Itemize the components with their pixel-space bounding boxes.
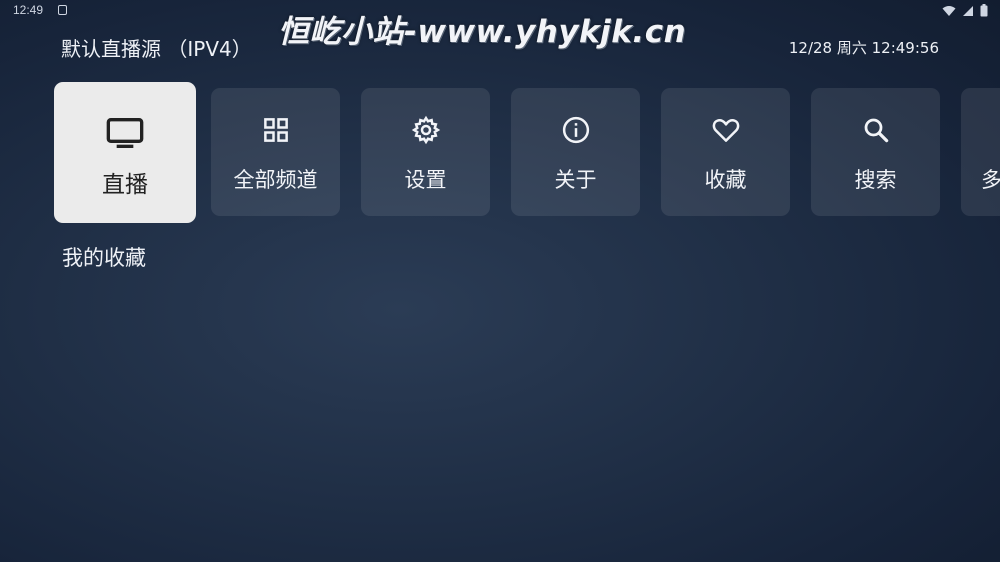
menu-item-settings[interactable]: 设置 <box>361 88 490 216</box>
menu-item-label: 搜索 <box>854 168 897 192</box>
datetime-display: 12/28 周六 12:49:56 <box>788 39 939 57</box>
source-title: 默认直播源 （IPV4） <box>61 37 252 61</box>
menu-item-label: 收藏 <box>704 168 747 192</box>
info-icon <box>562 116 589 144</box>
menu-item-label: 关于 <box>554 168 597 192</box>
gear-icon <box>411 115 440 145</box>
menu-item-label: 直播 <box>102 172 148 198</box>
menu-item-label: 全部频道 <box>233 168 318 192</box>
battery-icon <box>980 4 988 17</box>
grid-icon <box>263 118 288 142</box>
search-icon <box>864 118 888 143</box>
tv-icon <box>106 118 144 148</box>
menu-item-about[interactable]: 关于 <box>511 88 640 216</box>
menu-item-search[interactable]: 搜索 <box>811 88 940 216</box>
menu-item-more[interactable]: 多 <box>961 88 1000 216</box>
heart-icon <box>712 119 739 142</box>
menu-item-favorites[interactable]: 收藏 <box>661 88 790 216</box>
watermark-text: 恒屹小站-www.yhykjk.cn <box>278 14 687 50</box>
status-time: 12:49 <box>13 3 44 17</box>
menu-item-label: 设置 <box>404 168 447 192</box>
wifi-icon <box>942 5 956 16</box>
favorites-section-title: 我的收藏 <box>62 246 146 270</box>
notification-app-icon <box>58 5 67 15</box>
status-icons <box>942 4 988 17</box>
main-menu: 直播 全部频道 设置 关于 收藏 搜索 多 <box>54 82 1000 224</box>
signal-icon <box>963 5 973 16</box>
menu-item-label: 多 <box>981 168 1000 192</box>
menu-item-live[interactable]: 直播 <box>54 82 196 223</box>
menu-item-all-channels[interactable]: 全部频道 <box>211 88 340 216</box>
